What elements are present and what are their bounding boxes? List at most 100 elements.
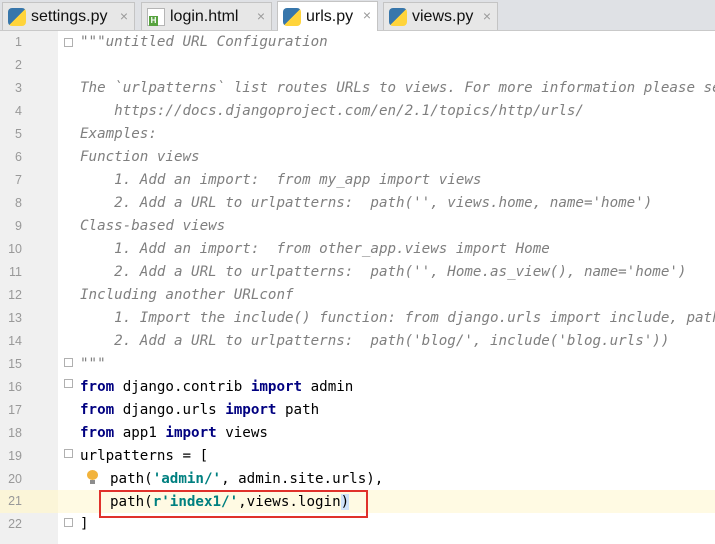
- code-line: 4 https://docs.djangoproject.com/en/2.1/…: [0, 100, 715, 123]
- code-text: , admin.site.urls),: [221, 471, 384, 487]
- module-name: app1: [114, 425, 166, 441]
- docstring-text: https://docs.djangoproject.com/en/2.1/to…: [80, 103, 584, 119]
- code-text: urlpatterns = [: [80, 448, 209, 464]
- close-tab-icon[interactable]: ×: [483, 8, 491, 24]
- code-line: 8 2. Add a URL to urlpatterns: path('', …: [0, 192, 715, 215]
- import-name: views: [216, 425, 268, 441]
- line-number: 22: [8, 517, 22, 531]
- docstring-text: The `urlpatterns` list routes URLs to vi…: [80, 80, 715, 96]
- docstring-text: Function views: [80, 149, 200, 165]
- tab-login-html[interactable]: login.html ×: [141, 2, 272, 30]
- fold-marker-icon[interactable]: [64, 518, 73, 527]
- code-text: from app1 import views: [80, 424, 268, 443]
- code-line: 11 2. Add a URL to urlpatterns: path('',…: [0, 261, 715, 284]
- code-line: 5 Examples:: [0, 123, 715, 146]
- line-number: 2: [15, 58, 22, 72]
- code-line: 9 Class-based views: [0, 215, 715, 238]
- module-name: django.contrib: [114, 379, 251, 395]
- code-line: 15 """: [0, 353, 715, 376]
- import-name: path: [276, 402, 320, 418]
- code-text: path('admin/', admin.site.urls),: [110, 470, 383, 489]
- docstring-text: 1. Add an import: from other_app.views i…: [80, 241, 550, 257]
- fold-marker-icon[interactable]: [64, 38, 73, 47]
- close-tab-icon[interactable]: ×: [363, 7, 371, 23]
- docstring-text: 2. Add a URL to urlpatterns: path('', vi…: [80, 195, 653, 211]
- fold-marker-icon[interactable]: [64, 379, 73, 388]
- docstring-text: Class-based views: [80, 218, 226, 234]
- code-line: 12 Including another URLconf: [0, 284, 715, 307]
- line-number: 3: [15, 81, 22, 95]
- tab-label: settings.py: [31, 7, 108, 25]
- string-literal: 'admin/': [152, 471, 222, 487]
- code-line: 20 path('admin/', admin.site.urls),: [0, 468, 715, 491]
- code-line: 6 Function views: [0, 146, 715, 169]
- keyword: import: [250, 379, 303, 395]
- function-call: path(: [110, 471, 153, 487]
- docstring-text: 1. Add an import: from my_app import vie…: [80, 172, 482, 188]
- highlight-annotation-box: [99, 490, 368, 518]
- docstring-text: Examples:: [80, 126, 157, 142]
- tab-urls-py[interactable]: urls.py ×: [277, 1, 378, 31]
- code-text: ]: [80, 516, 89, 532]
- tab-label: login.html: [170, 7, 239, 25]
- code-line: 13 1. Import the include() function: fro…: [0, 307, 715, 330]
- code-text: from django.urls import path: [80, 401, 319, 420]
- line-number: 1: [15, 35, 22, 49]
- line-number: 7: [15, 173, 22, 187]
- tab-views-py[interactable]: views.py ×: [383, 2, 498, 30]
- python-file-icon: [283, 7, 301, 26]
- line-number: 17: [8, 403, 22, 417]
- code-line: 17 from django.urls import path: [0, 399, 715, 422]
- editor-tab-bar: settings.py × login.html × urls.py × vie…: [0, 0, 715, 31]
- code-line: 7 1. Add an import: from my_app import v…: [0, 169, 715, 192]
- code-line: 14 2. Add a URL to urlpatterns: path('bl…: [0, 330, 715, 353]
- python-file-icon: [8, 7, 26, 26]
- docstring-text: """: [80, 356, 106, 372]
- keyword: from: [80, 425, 115, 441]
- keyword: from: [80, 379, 115, 395]
- fold-marker-icon[interactable]: [64, 449, 73, 458]
- docstring-text: 2. Add a URL to urlpatterns: path('blog/…: [80, 333, 670, 349]
- tab-label: views.py: [412, 7, 474, 25]
- code-line: 1 """untitled URL Configuration: [0, 31, 715, 54]
- tab-label: urls.py: [306, 7, 354, 25]
- docstring-text: Including another URLconf: [80, 287, 294, 303]
- keyword: from: [80, 402, 115, 418]
- line-number: 15: [8, 357, 22, 371]
- line-number: 16: [8, 380, 22, 394]
- line-number: 8: [15, 196, 22, 210]
- line-number: 12: [8, 288, 22, 302]
- line-number: 13: [8, 311, 22, 325]
- lightbulb-icon[interactable]: [86, 470, 98, 484]
- keyword: import: [165, 425, 217, 441]
- line-number: 14: [8, 334, 22, 348]
- close-tab-icon[interactable]: ×: [120, 8, 128, 24]
- code-line: 18 from app1 import views: [0, 422, 715, 445]
- html-file-icon: [147, 7, 165, 26]
- code-text: from django.contrib import admin: [80, 378, 353, 397]
- line-number: 19: [8, 449, 22, 463]
- line-number: 5: [15, 127, 22, 141]
- import-name: admin: [302, 379, 354, 395]
- code-line: 16 from django.contrib import admin: [0, 376, 715, 399]
- line-number: 10: [8, 242, 22, 256]
- line-number: 18: [8, 426, 22, 440]
- close-tab-icon[interactable]: ×: [257, 8, 265, 24]
- docstring-text: """untitled URL Configuration: [80, 34, 328, 50]
- keyword: import: [225, 402, 277, 418]
- code-line: 19 urlpatterns = [: [0, 445, 715, 468]
- tab-settings-py[interactable]: settings.py ×: [2, 2, 135, 30]
- line-number: 9: [15, 219, 22, 233]
- docstring-text: 2. Add a URL to urlpatterns: path('', Ho…: [80, 264, 687, 280]
- line-number: 6: [15, 150, 22, 164]
- line-number: 4: [15, 104, 22, 118]
- code-line: 2: [0, 54, 715, 77]
- line-number: 11: [9, 265, 22, 279]
- fold-marker-icon[interactable]: [64, 358, 73, 367]
- docstring-text: 1. Import the include() function: from d…: [80, 310, 715, 326]
- line-number: 21: [8, 494, 22, 508]
- code-line: 3 The `urlpatterns` list routes URLs to …: [0, 77, 715, 100]
- code-line: 10 1. Add an import: from other_app.view…: [0, 238, 715, 261]
- python-file-icon: [389, 7, 407, 26]
- module-name: django.urls: [114, 402, 226, 418]
